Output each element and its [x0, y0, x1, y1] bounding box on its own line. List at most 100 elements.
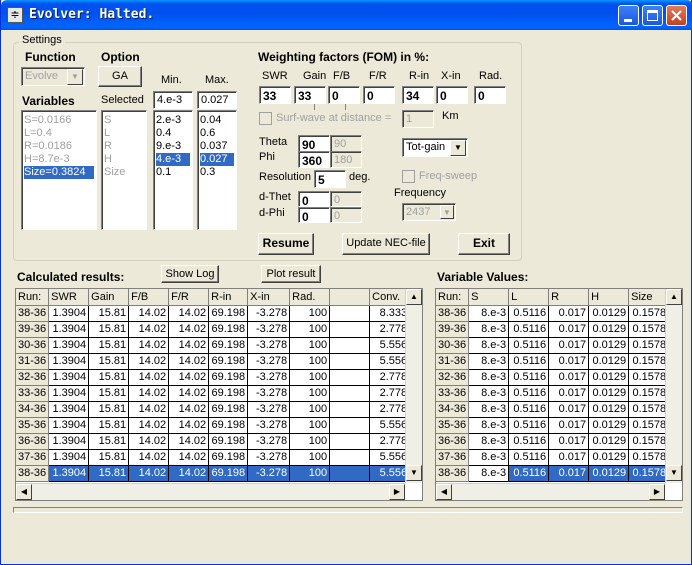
table-cell[interactable]: -3.278: [247, 401, 291, 418]
theta-secondary-input[interactable]: 90: [330, 135, 362, 152]
table-cell[interactable]: 14.02: [128, 337, 170, 354]
list-item[interactable]: Size=0.3824: [24, 166, 94, 179]
table-cell[interactable]: 8.e-3: [468, 449, 510, 466]
table-row[interactable]: 36-36 1.3904 15.81 14.02 14.02 69.198 -3.278 10…: [16, 433, 411, 450]
table-cell[interactable]: 0.1578: [628, 337, 670, 354]
dthet-secondary-input[interactable]: 0: [330, 191, 362, 207]
function-combo[interactable]: Evolve ▼: [21, 67, 85, 86]
table-row[interactable]: 34-36 8.e-3 0.5116 0.017 0.0129 0.1578: [436, 401, 670, 418]
table-cell[interactable]: 15.81: [88, 401, 130, 418]
table-cell[interactable]: 1.3904: [48, 321, 90, 338]
swr-weight-input[interactable]: 33: [259, 86, 291, 104]
table-cell[interactable]: 14.02: [168, 449, 210, 466]
list-item[interactable]: S=0.0166: [24, 114, 71, 127]
table-cell[interactable]: 1.3904: [48, 353, 90, 370]
table-cell[interactable]: -3.278: [247, 385, 291, 402]
variable-values-vertical-scrollbar[interactable]: ▲ ▼: [665, 289, 682, 483]
table-cell[interactable]: 2.778: [369, 433, 411, 450]
table-row[interactable]: 38-36 8.e-3 0.5116 0.017 0.0129 0.1578: [436, 305, 670, 322]
table-cell[interactable]: -3.278: [247, 353, 291, 370]
table-cell[interactable]: 14.02: [168, 337, 210, 354]
table-cell[interactable]: 0.0129: [588, 353, 630, 370]
list-item[interactable]: R=0.0186: [24, 140, 72, 153]
table-cell[interactable]: 100: [289, 369, 331, 386]
table-cell[interactable]: 2.778: [369, 369, 411, 386]
table-cell[interactable]: 5.556: [369, 337, 411, 354]
max-list[interactable]: 0.04 0.6 0.037 0.027 0.3: [197, 110, 237, 230]
table-row[interactable]: 37-36 8.e-3 0.5116 0.017 0.0129 0.1578: [436, 449, 670, 466]
table-cell[interactable]: 0.1578: [628, 321, 670, 338]
freq-sweep-checkbox[interactable]: [402, 170, 415, 183]
table-cell[interactable]: 0.017: [548, 305, 590, 322]
table-cell[interactable]: 1.3904: [48, 369, 90, 386]
row-header[interactable]: 38-36: [436, 465, 470, 482]
row-header[interactable]: 38-36: [16, 305, 50, 322]
frequency-combo[interactable]: 2437 ▼: [402, 203, 456, 221]
dphi-secondary-input[interactable]: 0: [330, 207, 362, 223]
row-header[interactable]: 38-36: [436, 305, 470, 322]
variable-values-grid[interactable]: Run: S L R H Size 38-36 8.e-3 0.5116 0.017 0.0129…: [435, 288, 683, 501]
table-cell[interactable]: -3.278: [247, 369, 291, 386]
table-cell[interactable]: 100: [289, 321, 331, 338]
results-vertical-scrollbar[interactable]: ▲ ▼: [405, 289, 422, 483]
table-cell[interactable]: 14.02: [168, 385, 210, 402]
resume-button[interactable]: Resume: [258, 233, 314, 255]
table-cell[interactable]: 1.3904: [48, 385, 90, 402]
table-cell[interactable]: 14.02: [128, 417, 170, 434]
table-cell[interactable]: 8.e-3: [468, 337, 510, 354]
table-cell[interactable]: 14.02: [168, 401, 210, 418]
resolution-input[interactable]: 5: [314, 170, 346, 188]
chevron-down-icon[interactable]: ▼: [440, 205, 454, 219]
table-cell[interactable]: 8.333: [369, 305, 411, 322]
table-cell[interactable]: 100: [289, 385, 331, 402]
table-cell[interactable]: 14.02: [168, 417, 210, 434]
selected-list[interactable]: S L R H Size: [101, 110, 147, 230]
table-cell[interactable]: 15.81: [88, 449, 130, 466]
table-cell[interactable]: 0.5116: [508, 433, 550, 450]
table-cell[interactable]: 8.e-3: [468, 465, 510, 482]
table-cell[interactable]: -3.278: [247, 465, 291, 482]
table-cell[interactable]: 0.0129: [588, 465, 630, 482]
scroll-right-icon[interactable]: ▶: [649, 484, 665, 500]
table-cell[interactable]: 8.e-3: [468, 385, 510, 402]
table-cell[interactable]: 0.1578: [628, 369, 670, 386]
row-header[interactable]: 39-36: [436, 321, 470, 338]
table-cell[interactable]: 1.3904: [48, 449, 90, 466]
table-row[interactable]: 35-36 8.e-3 0.5116 0.017 0.0129 0.1578: [436, 417, 670, 434]
scroll-down-icon[interactable]: ▼: [406, 465, 422, 481]
gain-weight-input[interactable]: 33: [294, 86, 326, 104]
gain-mode-combo[interactable]: Tot-gain ▼: [402, 138, 468, 157]
theta-input[interactable]: 90: [298, 135, 330, 152]
column-header[interactable]: [329, 289, 371, 306]
row-header[interactable]: 34-36: [436, 401, 470, 418]
table-cell[interactable]: 0.5116: [508, 369, 550, 386]
table-cell[interactable]: 0.5116: [508, 337, 550, 354]
column-header[interactable]: S: [468, 289, 510, 306]
table-cell[interactable]: 0.1578: [628, 305, 670, 322]
table-cell[interactable]: 0.0129: [588, 321, 630, 338]
table-cell[interactable]: 14.02: [128, 401, 170, 418]
table-cell[interactable]: 69.198: [208, 417, 249, 434]
list-item[interactable]: L: [104, 127, 110, 140]
table-cell[interactable]: [329, 385, 371, 402]
table-cell[interactable]: -3.278: [247, 433, 291, 450]
table-cell[interactable]: 14.02: [168, 433, 210, 450]
table-cell[interactable]: 100: [289, 417, 331, 434]
list-item[interactable]: 0.027: [200, 153, 234, 166]
table-cell[interactable]: 5.556: [369, 449, 411, 466]
list-item[interactable]: L=0.4: [24, 127, 52, 140]
table-cell[interactable]: 0.017: [548, 353, 590, 370]
table-cell[interactable]: 0.017: [548, 417, 590, 434]
row-header[interactable]: 37-36: [436, 449, 470, 466]
table-cell[interactable]: [329, 465, 371, 482]
table-cell[interactable]: 0.0129: [588, 305, 630, 322]
table-cell[interactable]: 0.017: [548, 321, 590, 338]
table-row[interactable]: 32-36 1.3904 15.81 14.02 14.02 69.198 -3.278 10…: [16, 369, 411, 386]
table-cell[interactable]: 0.0129: [588, 401, 630, 418]
fb-weight-input[interactable]: 0: [328, 86, 360, 104]
column-header[interactable]: Rad.: [289, 289, 331, 306]
row-header[interactable]: 36-36: [436, 433, 470, 450]
list-item[interactable]: R: [104, 140, 112, 153]
list-item[interactable]: 0.3: [200, 166, 215, 179]
table-cell[interactable]: 0.5116: [508, 385, 550, 402]
